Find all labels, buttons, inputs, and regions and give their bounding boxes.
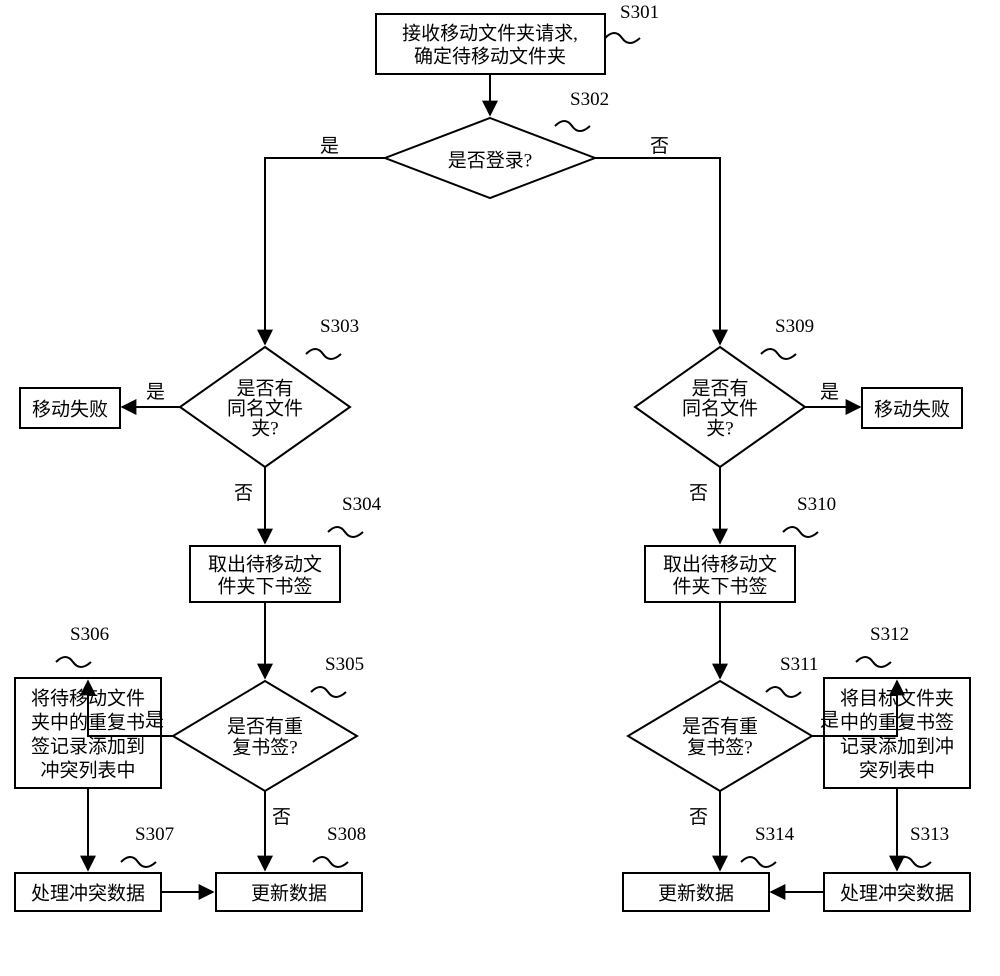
s302-squiggle xyxy=(555,121,590,131)
s302-no: 否 xyxy=(650,136,669,157)
step-s310: 取出待移动文 件夹下书签 xyxy=(645,546,795,602)
s310-squiggle xyxy=(783,527,818,537)
s310-line2: 件夹下书签 xyxy=(672,575,767,597)
s302-yes: 是 xyxy=(320,136,339,157)
s303-yes: 是 xyxy=(146,382,165,403)
s304-squiggle xyxy=(328,527,363,537)
s305-label: S305 xyxy=(325,654,364,675)
s303-line2: 同名文件 xyxy=(227,397,303,419)
s311-no: 否 xyxy=(689,807,708,828)
s307-squiggle xyxy=(121,857,156,867)
s312-squiggle xyxy=(856,657,891,667)
step-s308: 更新数据 xyxy=(216,873,362,911)
s306-squiggle xyxy=(56,657,91,667)
s313-label: S313 xyxy=(910,824,949,845)
s311-line1: 是否有重 xyxy=(682,715,758,737)
s309-yes: 是 xyxy=(820,382,839,403)
s305-squiggle xyxy=(311,687,346,697)
s310-label: S310 xyxy=(797,494,836,515)
s306-label: S306 xyxy=(70,624,109,645)
s301-line1: 接收移动文件夹请求, xyxy=(402,22,578,44)
s314-label: S314 xyxy=(755,824,795,845)
s303-squiggle xyxy=(306,349,341,359)
step-s303: 是否有 同名文件 夹? xyxy=(180,347,350,467)
s306-line1: 将待移动文件 xyxy=(31,687,145,709)
s303-line1: 是否有 xyxy=(236,377,293,399)
s312-line2: 中的重复书签 xyxy=(840,711,954,733)
s301-squiggle xyxy=(605,33,640,43)
s303-no: 否 xyxy=(234,483,253,504)
s307-label: S307 xyxy=(135,824,174,845)
s308-squiggle xyxy=(313,857,348,867)
s310-line1: 取出待移动文 xyxy=(663,553,777,575)
s309-label: S309 xyxy=(775,316,814,337)
step-s311: 是否有重 复书签? xyxy=(628,681,812,791)
s312-line3: 记录添加到冲 xyxy=(840,735,954,757)
s305-line1: 是否有重 xyxy=(227,715,303,737)
s314-squiggle xyxy=(741,857,776,867)
s304-line2: 件夹下书签 xyxy=(217,575,312,597)
move-fail-right: 移动失败 xyxy=(862,388,962,428)
s313-squiggle xyxy=(896,857,931,867)
s311-yes: 是 xyxy=(820,710,839,731)
s306-line4: 冲突列表中 xyxy=(40,759,135,781)
s309-line1: 是否有 xyxy=(691,377,748,399)
s311-squiggle xyxy=(766,687,801,697)
s303-label: S303 xyxy=(320,316,359,337)
move-fail-left: 移动失败 xyxy=(20,388,120,428)
step-s312: 将目标文件夹 中的重复书签 记录添加到冲 突列表中 xyxy=(824,678,970,788)
step-s304: 取出待移动文 件夹下书签 xyxy=(190,546,340,602)
s308-text: 更新数据 xyxy=(251,882,327,904)
s309-no: 否 xyxy=(689,483,708,504)
s304-line1: 取出待移动文 xyxy=(208,553,322,575)
s302-text: 是否登录? xyxy=(448,149,532,171)
step-s309: 是否有 同名文件 夹? xyxy=(635,347,805,467)
s303-line3: 夹? xyxy=(251,417,278,439)
move-fail-right-text: 移动失败 xyxy=(874,398,950,420)
arrow-s302-s309 xyxy=(595,158,720,344)
step-s305: 是否有重 复书签? xyxy=(173,681,357,791)
move-fail-left-text: 移动失败 xyxy=(32,398,108,420)
s301-label: S301 xyxy=(620,2,659,23)
s305-no: 否 xyxy=(272,807,291,828)
s312-label: S312 xyxy=(870,624,909,645)
s311-label: S311 xyxy=(780,654,818,675)
s313-text: 处理冲突数据 xyxy=(840,882,954,904)
s312-line4: 突列表中 xyxy=(859,759,935,781)
step-s301: 接收移动文件夹请求, 确定待移动文件夹 xyxy=(376,14,605,74)
s307-text: 处理冲突数据 xyxy=(31,882,145,904)
step-s313: 处理冲突数据 xyxy=(824,873,970,911)
step-s307: 处理冲突数据 xyxy=(15,873,161,911)
s309-squiggle xyxy=(761,349,796,359)
s309-line2: 同名文件 xyxy=(682,397,758,419)
s306-line2: 夹中的重复书 xyxy=(31,711,145,733)
s306-line3: 签记录添加到 xyxy=(31,735,145,757)
s302-label: S302 xyxy=(570,89,609,110)
s304-label: S304 xyxy=(342,494,382,515)
s301-line2: 确定待移动文件夹 xyxy=(414,45,566,67)
s308-label: S308 xyxy=(327,824,366,845)
s309-line3: 夹? xyxy=(706,417,733,439)
s311-line2: 复书签? xyxy=(687,736,752,758)
s312-line1: 将目标文件夹 xyxy=(840,687,954,709)
step-s314: 更新数据 xyxy=(623,873,769,911)
s305-line2: 复书签? xyxy=(232,736,297,758)
step-s302: 是否登录? xyxy=(385,118,595,198)
s314-text: 更新数据 xyxy=(658,882,734,904)
step-s306: 将待移动文件 夹中的重复书 签记录添加到 冲突列表中 xyxy=(15,678,161,788)
